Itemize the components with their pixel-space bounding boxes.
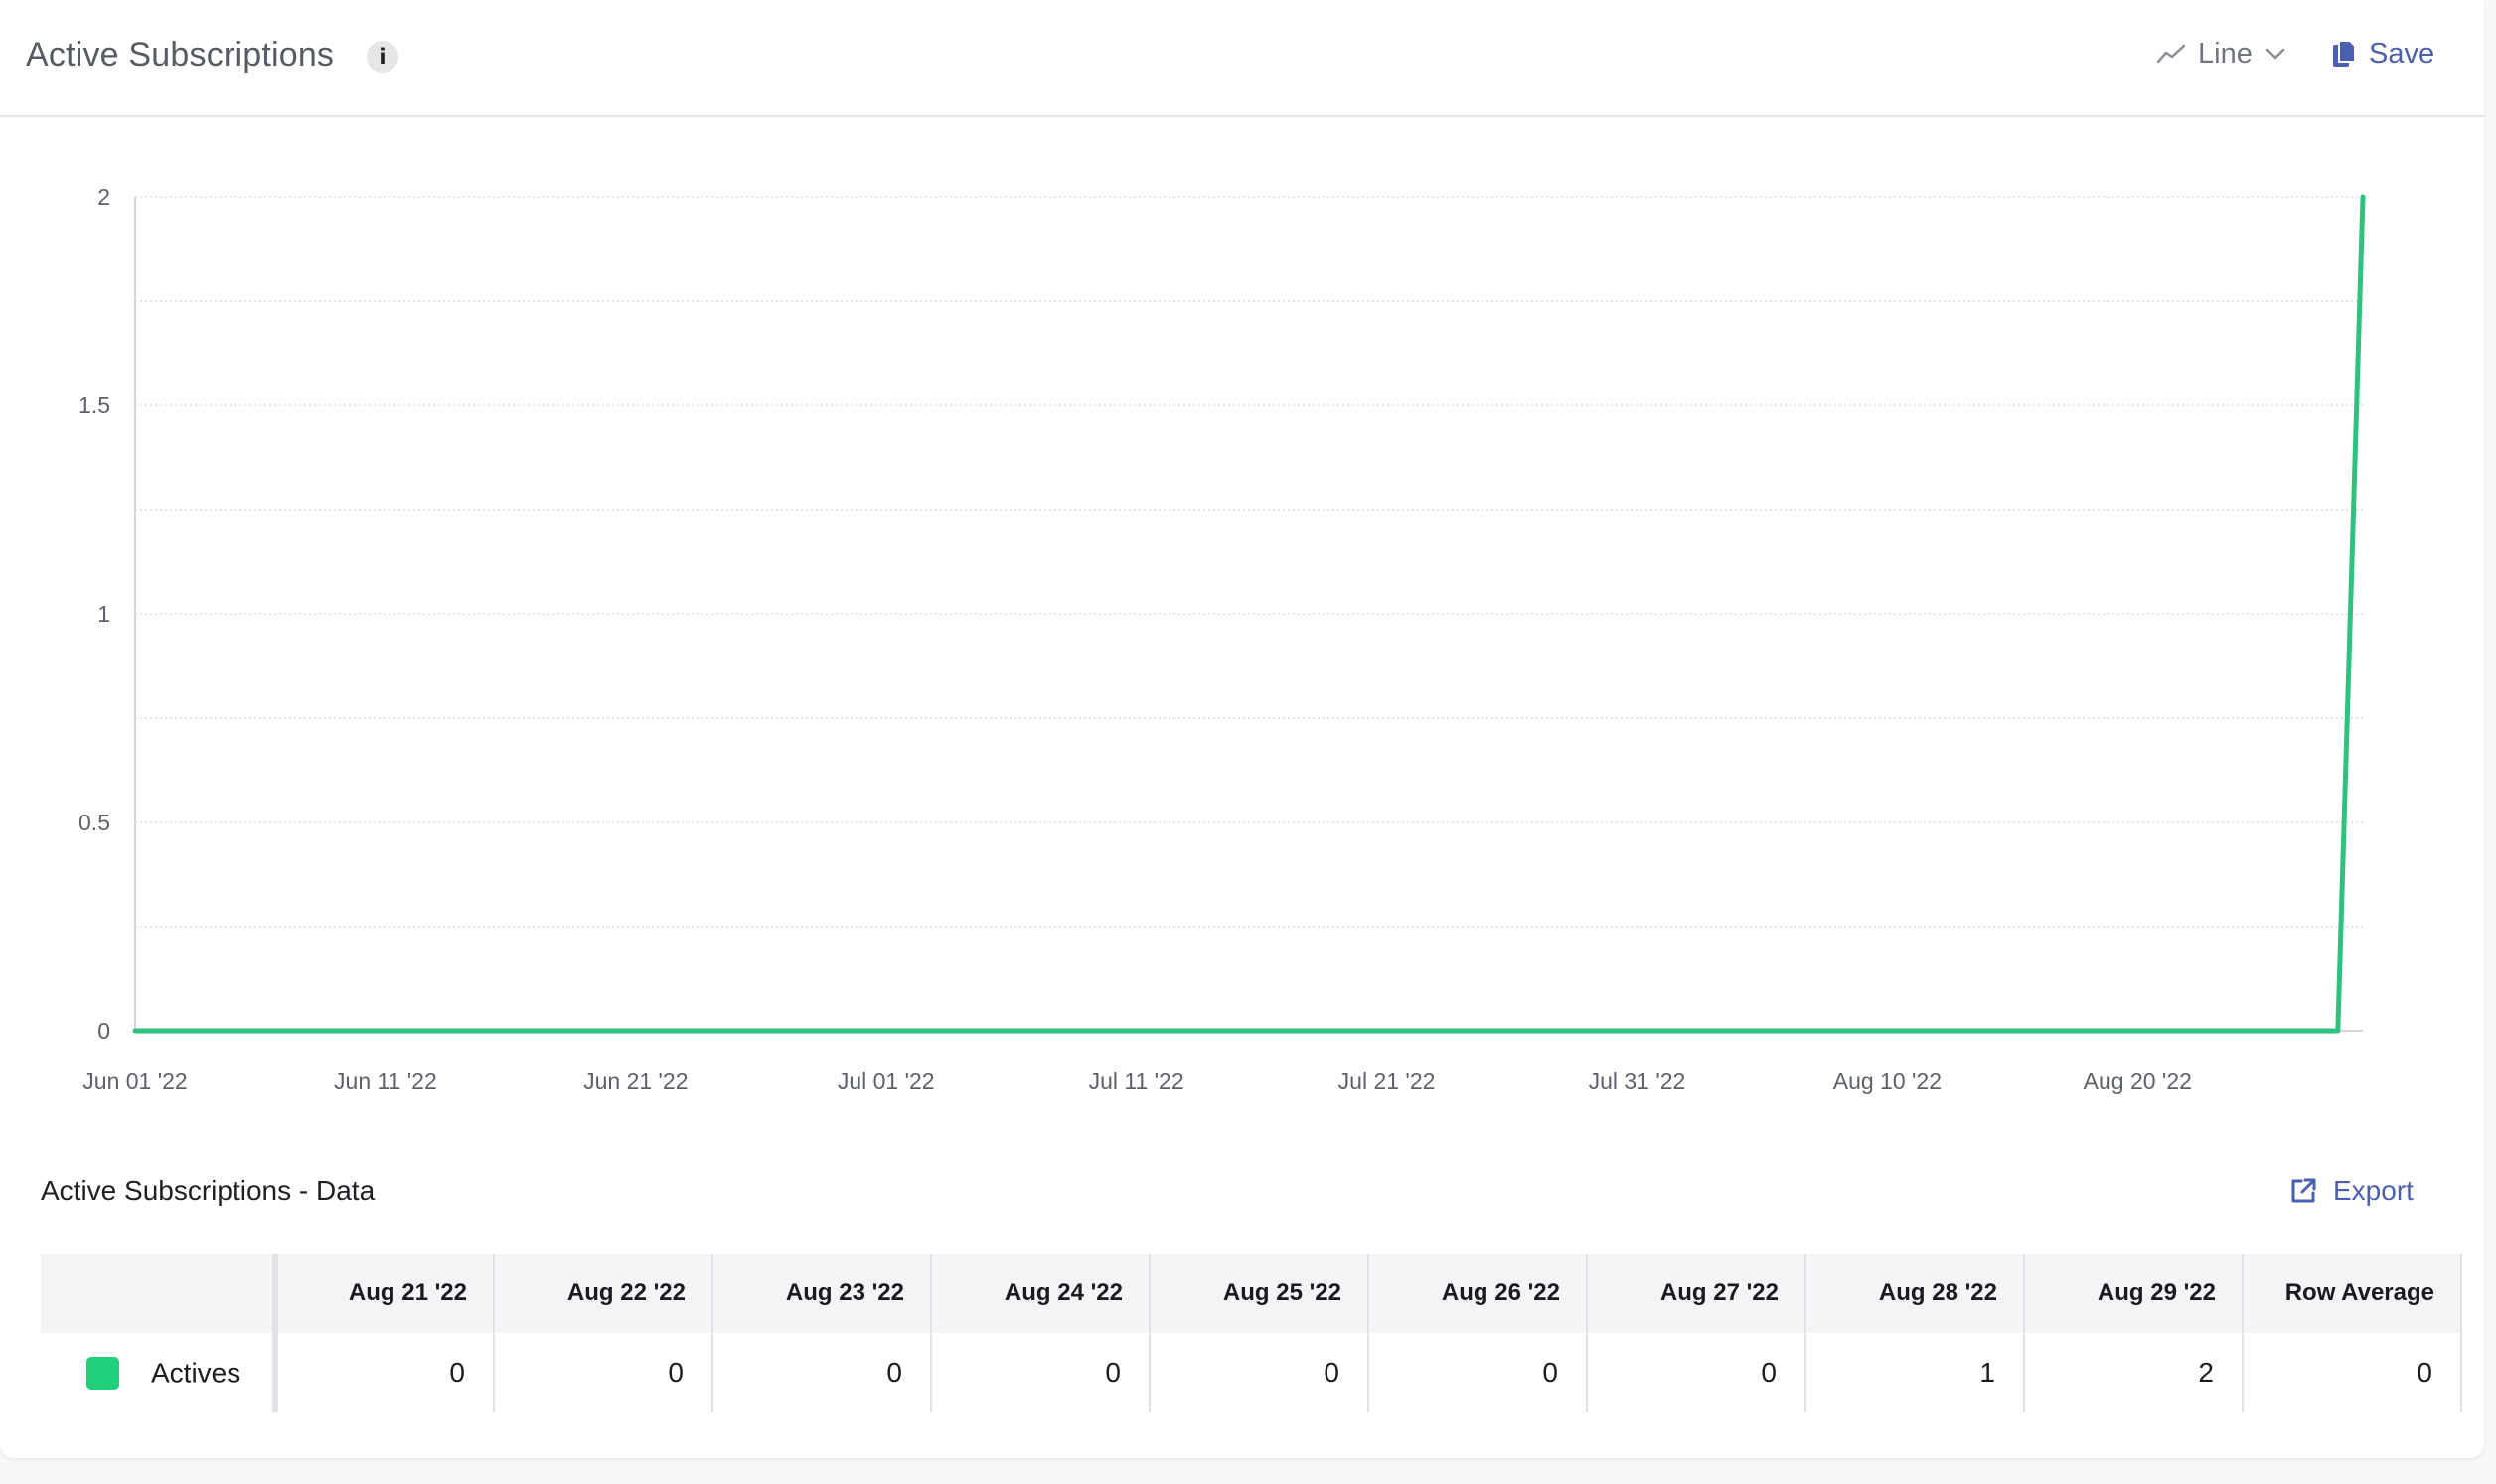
table-header-row: Aug 21 '22 Aug 22 '22 Aug 23 '22 Aug 24 '22…: [41, 1254, 2462, 1333]
table-row: Actives 0 0 0 0 0 0 0 1 2 0: [41, 1333, 2462, 1412]
external-link-icon: [2291, 1178, 2316, 1203]
chevron-down-icon: [2265, 48, 2285, 60]
chart-area: 0 0.5 1 1.5 2 Jun 01 '22 Jun 11 '22 Jun 21 '22 J…: [0, 117, 2484, 1125]
info-icon[interactable]: i: [367, 41, 398, 73]
chart-card: Active Subscriptions i Line Save 0 0.5 1 1.…: [0, 0, 2484, 1458]
x-tick-label: Jul 21 '22: [1338, 1068, 1436, 1094]
x-tick-label: Aug 10 '22: [1833, 1068, 1942, 1094]
x-tick-label: Jun 01 '22: [82, 1068, 187, 1094]
table-header-cell[interactable]: Aug 28 '22: [1805, 1254, 2025, 1333]
save-button[interactable]: Save: [2331, 34, 2434, 74]
y-tick-label: 0: [97, 1018, 110, 1044]
table-header-cell[interactable]: Aug 29 '22: [2024, 1254, 2244, 1333]
data-section-title: Active Subscriptions - Data: [41, 1175, 376, 1206]
y-tick-label: 1: [97, 601, 110, 627]
table-header-cell[interactable]: Aug 21 '22: [275, 1254, 495, 1333]
card-header: Active Subscriptions i Line Save: [0, 0, 2484, 117]
save-copy-icon: [2333, 40, 2356, 67]
save-label: Save: [2369, 37, 2435, 70]
export-label: Export: [2333, 1175, 2414, 1206]
table-header-corner: [41, 1254, 278, 1333]
table-header-cell[interactable]: Aug 26 '22: [1368, 1254, 1588, 1333]
line-chart: 0 0.5 1 1.5 2 Jun 01 '22 Jun 11 '22 Jun 21 '22 J…: [78, 184, 2366, 1094]
table-cell: 0: [494, 1333, 713, 1412]
table-header-cell[interactable]: Aug 23 '22: [712, 1254, 932, 1333]
table-header-cell[interactable]: Aug 24 '22: [931, 1254, 1151, 1333]
series-cell[interactable]: Actives: [41, 1333, 278, 1412]
page-title: Active Subscriptions: [26, 36, 335, 74]
x-tick-label: Jun 21 '22: [583, 1068, 688, 1094]
table-cell: 1: [1805, 1333, 2025, 1412]
table-header-cell[interactable]: Aug 25 '22: [1150, 1254, 1369, 1333]
table-cell: 0: [712, 1333, 932, 1412]
table-cell: 0: [2243, 1333, 2462, 1412]
y-tick-label: 0.5: [78, 810, 110, 835]
y-tick-label: 2: [97, 184, 110, 210]
table-cell: 0: [1150, 1333, 1369, 1412]
table-cell: 0: [931, 1333, 1151, 1412]
chart-type-dropdown[interactable]: Line: [2156, 34, 2286, 74]
line-chart-icon: [2156, 44, 2186, 64]
x-tick-label: Jul 11 '22: [1089, 1068, 1184, 1094]
table-cell: 0: [275, 1333, 495, 1412]
data-table: Aug 21 '22 Aug 22 '22 Aug 23 '22 Aug 24 '22…: [41, 1254, 2462, 1412]
table-header-cell[interactable]: Row Average: [2243, 1254, 2462, 1333]
y-tick-label: 1.5: [78, 392, 110, 418]
x-tick-label: Jul 01 '22: [838, 1068, 935, 1094]
table-header-cell[interactable]: Aug 27 '22: [1587, 1254, 1806, 1333]
series-name: Actives: [151, 1357, 241, 1389]
table-header-cell[interactable]: Aug 22 '22: [494, 1254, 713, 1333]
x-tick-label: Jun 11 '22: [334, 1068, 437, 1094]
chart-type-label: Line: [2198, 37, 2253, 70]
x-tick-label: Jul 31 '22: [1589, 1068, 1686, 1094]
series-color-swatch[interactable]: [86, 1357, 119, 1391]
table-cell: 2: [2024, 1333, 2244, 1412]
table-cell: 0: [1368, 1333, 1588, 1412]
table-cell: 0: [1587, 1333, 1806, 1412]
x-tick-label: Aug 20 '22: [2084, 1068, 2192, 1094]
export-button[interactable]: Export: [2289, 1173, 2414, 1209]
